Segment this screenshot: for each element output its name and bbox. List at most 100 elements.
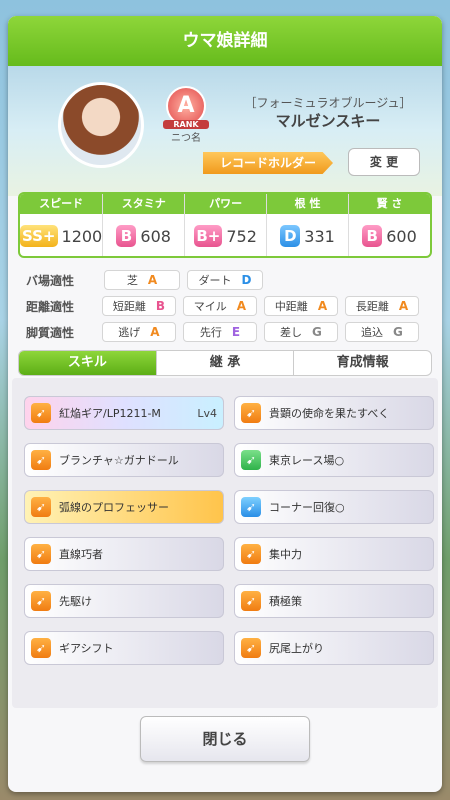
aptitude-grade: G (393, 325, 403, 339)
aptitude-grade: A (398, 299, 409, 313)
aptitude-grade: A (150, 325, 160, 339)
aptitude-grade: A (236, 299, 247, 313)
aptitude-row: 脚質適性 逃げ A 先行 E 差し G 追込 G (26, 320, 426, 344)
skill-icon: ➹ (31, 544, 51, 564)
aptitude-grade: E (231, 325, 241, 339)
stat-grade: B (362, 225, 383, 247)
skill-name: 弧線のプロフェッサー (59, 501, 169, 514)
skill-list: ➹ 紅焔ギア/LP1211-M Lv4 ➹ ブランチャ☆ガナドール ➹ 弧線のプロフェッサー… (12, 378, 438, 708)
skill-icon: ➹ (31, 450, 51, 470)
stat-3: 根 性 D 331 (267, 194, 350, 256)
aptitude-grade: B (155, 299, 165, 313)
rank-badge: A RANK ニつ名 (163, 86, 209, 144)
aptitude-cell: 差し G (263, 322, 338, 342)
outfit-title: ［フォーミュラオブルージュ］ (244, 96, 412, 110)
rank-name: ニつ名 (171, 133, 201, 144)
skill-name: 東京レース場○ (269, 454, 345, 467)
skill-name: ブランチャ☆ガナドール (59, 454, 179, 467)
tab-skill[interactable]: スキル (19, 351, 157, 375)
skill-item[interactable]: ➹ 先駆け (24, 584, 224, 618)
stat-value: 600 (386, 226, 417, 246)
stat-value: 1200 (61, 226, 103, 246)
skill-icon: ➹ (241, 544, 261, 564)
skill-item[interactable]: ➹ 東京レース場○ (234, 443, 434, 477)
aptitude-grade: G (312, 325, 322, 339)
skill-name: 貴顕の使命を果たすべく (269, 407, 390, 420)
change-button[interactable]: 変 更 (348, 148, 420, 176)
skill-name: 先駆け (59, 595, 92, 608)
aptitude-cell: ダート D (187, 270, 263, 290)
skill-item[interactable]: ➹ ブランチャ☆ガナドール (24, 443, 224, 477)
aptitude-cell: 長距離 A (344, 296, 419, 316)
aptitude-table: バ場適性芝 A ダート D 距離適性 短距離 B マイル A 中距離 A 長距離 A 脚質適性 逃げ A 先行 E… (26, 268, 426, 346)
aptitude-cell: 追込 G (344, 322, 419, 342)
skill-item[interactable]: ➹ 紅焔ギア/LP1211-M Lv4 (24, 396, 224, 430)
aptitude-row: バ場適性 芝 A ダート D (26, 268, 426, 292)
aptitude-kind: マイル (193, 300, 227, 313)
character-name: マルゼンスキー (275, 112, 381, 130)
skill-level: Lv4 (197, 406, 217, 420)
skill-icon: ➹ (31, 497, 51, 517)
skill-item[interactable]: ➹ 弧線のプロフェッサー (24, 490, 224, 524)
aptitude-cell: 芝A (104, 270, 180, 290)
skill-item[interactable]: ➹ ギアシフト (24, 631, 224, 665)
tab-training-info[interactable]: 育成情報 (294, 351, 431, 375)
uma-detail-dialog: ウマ娘詳細 A RANK ニつ名 ［フォーミュラオブルージュ］ マルゼンスキー … (8, 16, 442, 792)
skill-icon: ➹ (241, 450, 261, 470)
stat-label: スピード (20, 194, 103, 214)
skill-icon: ➹ (31, 591, 51, 611)
skill-item[interactable]: ➹ 貴顕の使命を果たすべく (234, 396, 434, 430)
skill-icon: ➹ (241, 403, 261, 423)
stat-value: 331 (304, 226, 335, 246)
skill-name: 尻尾上がり (269, 642, 324, 655)
stat-label: スタミナ (103, 194, 185, 214)
aptitude-kind: 逃げ (118, 326, 141, 339)
rank-word: RANK (163, 120, 209, 129)
dialog-title: ウマ娘詳細 (8, 16, 442, 66)
aptitude-kind: 中距離 (274, 300, 308, 313)
aptitude-cell: 短距離 B (101, 296, 176, 316)
skill-item[interactable]: ➹ 直線巧者 (24, 537, 224, 571)
aptitude-kind: ダート (198, 274, 232, 287)
aptitude-grade: A (147, 273, 158, 287)
stat-value: 608 (140, 226, 171, 246)
aptitude-cell: マイル A (182, 296, 257, 316)
stat-2: パワー B+ 752 (185, 194, 268, 256)
aptitude-head: バ場適性 (26, 273, 75, 288)
tab-inherit[interactable]: 継 承 (157, 351, 295, 375)
skill-name: 紅焔ギア/LP1211-M (59, 407, 161, 420)
skill-icon: ➹ (31, 638, 51, 658)
skill-item[interactable]: ➹ 積極策 (234, 584, 434, 618)
aptitude-kind: 長距離 (355, 300, 389, 313)
tab-bar: スキル 継 承 育成情報 (18, 350, 432, 376)
epithet-tag: レコードホルダー (203, 152, 333, 174)
skill-name: 集中力 (269, 548, 302, 561)
skill-icon: ➹ (31, 403, 51, 423)
skill-item[interactable]: ➹ コーナー回復○ (234, 490, 434, 524)
aptitude-kind: 先行 (199, 326, 222, 339)
stat-grade: SS+ (20, 225, 58, 247)
aptitude-head: 距離適性 (26, 299, 75, 314)
close-button[interactable]: 閉じる (140, 716, 310, 762)
skill-name: 直線巧者 (59, 548, 103, 561)
skill-icon: ➹ (241, 638, 261, 658)
aptitude-kind: 芝 (126, 274, 138, 287)
stat-grade: B+ (194, 225, 223, 247)
stat-1: スタミナ B 608 (103, 194, 186, 256)
aptitude-head: 脚質適性 (26, 325, 75, 340)
skill-icon: ➹ (241, 591, 261, 611)
aptitude-cell: 先行 E (182, 322, 257, 342)
aptitude-grade: D (241, 273, 252, 287)
stat-label: 賢 さ (349, 194, 430, 214)
stat-grade: D (280, 225, 301, 247)
character-portrait (58, 82, 144, 168)
skill-item[interactable]: ➹ 尻尾上がり (234, 631, 434, 665)
stat-value: 752 (226, 226, 257, 246)
stat-grade: B (116, 225, 137, 247)
aptitude-cell: 逃げ A (101, 322, 176, 342)
skill-name: コーナー回復○ (269, 501, 345, 514)
aptitude-kind: 短距離 (112, 300, 146, 313)
skill-item[interactable]: ➹ 集中力 (234, 537, 434, 571)
aptitude-grade: A (317, 299, 328, 313)
skill-name: ギアシフト (59, 642, 114, 655)
